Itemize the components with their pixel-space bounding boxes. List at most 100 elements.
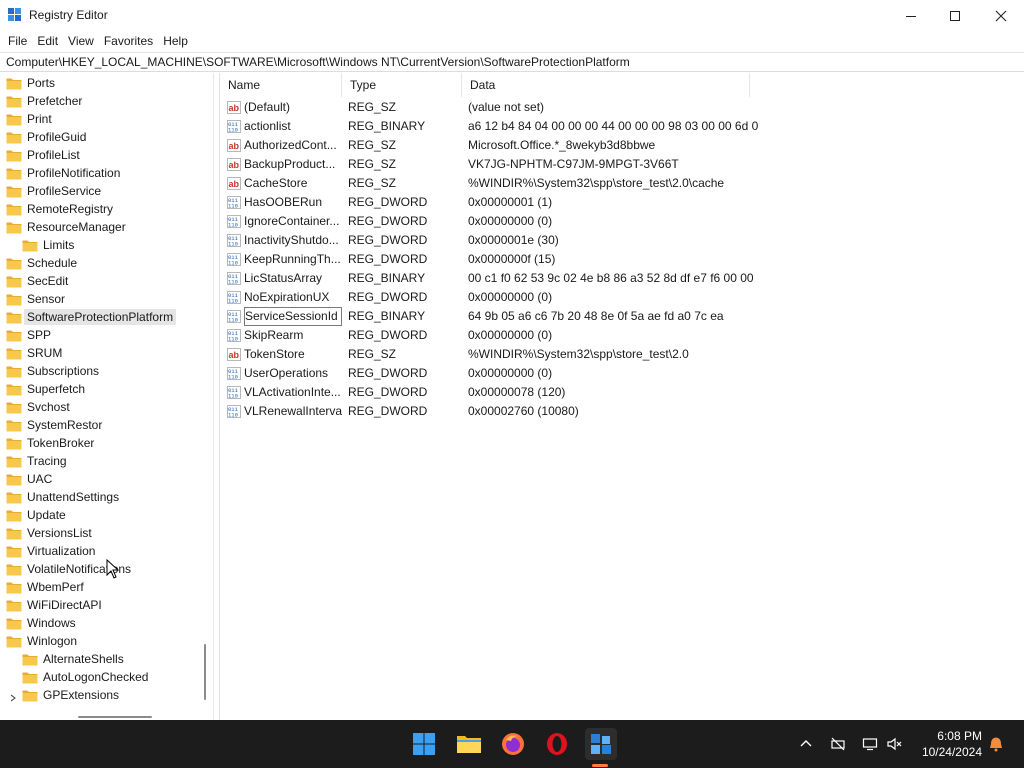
value-name: (Default) [244,100,291,114]
minimize-button[interactable] [888,0,934,31]
folder-icon [6,527,22,540]
value-row[interactable]: 011 110 KeepRunningTh... REG_DWORD 0x0000000… [220,250,760,269]
address-bar[interactable]: Computer\HKEY_LOCAL_MACHINE\SOFTWARE\Mic… [0,52,1024,72]
tree-item[interactable]: Superfetch [6,380,85,398]
tree-item[interactable]: SecEdit [6,272,68,290]
column-header-name[interactable]: Name [220,73,342,97]
value-row[interactable]: 011 110 NoExpirationUX REG_DWORD 0x00000000 … [220,288,760,307]
tree-item[interactable]: Windows [6,614,76,632]
tree-horizontal-scrollbar[interactable] [78,716,152,718]
value-row[interactable]: 011 110 UserOperations REG_DWORD 0x00000000 … [220,364,760,383]
tree-item[interactable]: Limits [22,236,74,254]
column-header-data[interactable]: Data [462,73,750,97]
menu-help[interactable]: Help [158,31,193,51]
registry-tree[interactable]: Ports Prefetcher Print ProfileGuid ProfileLi… [0,73,213,720]
value-name: KeepRunningTh... [244,252,341,266]
tree-item[interactable]: SRUM [6,344,62,362]
firefox-button[interactable] [497,728,529,760]
value-row[interactable]: 011 110 HasOOBERun REG_DWORD 0x00000001 (1) [220,193,760,212]
svg-text:ab: ab [229,179,240,189]
registry-editor-taskbar-button[interactable] [585,728,617,760]
tree-item[interactable]: RemoteRegistry [6,200,113,218]
binary-value-icon: 011 110 [227,291,241,305]
tree-item[interactable]: Tracing [6,452,67,470]
value-row[interactable]: ab BackupProduct... REG_SZ VK7JG-NPHTM-C97J… [220,155,760,174]
value-name: CacheStore [244,176,308,190]
value-row[interactable]: 011 110 VLActivationInte... REG_DWORD 0x0000… [220,383,760,402]
opera-button[interactable] [541,728,573,760]
menu-favorites[interactable]: Favorites [99,31,158,51]
notification-bell-icon[interactable] [988,736,1004,752]
tree-item[interactable]: AlternateShells [22,650,124,668]
tree-item[interactable]: SystemRestor [6,416,102,434]
value-row[interactable]: 011 110 SkipRearm REG_DWORD 0x00000000 (0) [220,326,760,345]
tree-item[interactable]: Print [6,110,52,128]
value-row[interactable]: 011 110 VLRenewalInterval REG_DWORD 0x000027… [220,402,760,421]
value-row[interactable]: 011 110 LicStatusArray REG_BINARY 00 c1 f0 6… [220,269,760,288]
tree-item[interactable]: Schedule [6,254,77,272]
tree-item-label: AlternateShells [43,652,124,666]
tree-item-label: TokenBroker [27,436,95,450]
tree-item[interactable]: ResourceManager [6,218,126,236]
file-explorer-button[interactable] [453,728,485,760]
maximize-button[interactable] [932,0,978,31]
menu-view[interactable]: View [63,31,99,51]
value-row[interactable]: 011 110 ServiceSessionId REG_BINARY 64 9b 05… [220,307,760,326]
network-disconnected-icon[interactable] [830,736,846,752]
folder-icon [6,635,22,648]
chevron-up-icon[interactable] [798,736,814,752]
value-row[interactable]: ab (Default) REG_SZ (value not set) [220,98,760,117]
svg-text:110: 110 [228,279,238,286]
value-row[interactable]: ab TokenStore REG_SZ %WINDIR%\System32\spp\… [220,345,760,364]
tree-item[interactable]: Virtualization [6,542,95,560]
chevron-right-icon[interactable] [9,691,17,702]
column-header-type[interactable]: Type [342,73,462,97]
tree-vertical-scrollbar[interactable] [204,644,206,700]
folder-icon [6,365,22,378]
menu-edit[interactable]: Edit [32,31,63,51]
binary-value-icon: 011 110 [227,215,241,229]
tree-item[interactable]: TokenBroker [6,434,94,452]
tree-item[interactable]: Subscriptions [6,362,99,380]
menu-file[interactable]: File [3,31,32,51]
tree-item[interactable]: AutoLogonChecked [22,668,148,686]
binary-value-icon: 011 110 [227,405,241,419]
display-icon[interactable] [862,736,878,752]
volume-muted-icon[interactable] [886,736,902,752]
folder-icon [6,167,22,180]
tree-item[interactable]: ProfileService [6,182,101,200]
tree-item[interactable]: SoftwareProtectionPlatform [6,308,177,326]
tree-item[interactable]: GPExtensions [10,686,119,704]
tree-item[interactable]: WiFiDirectAPI [6,596,102,614]
tree-item[interactable]: UnattendSettings [6,488,119,506]
tree-item[interactable]: Svchost [6,398,70,416]
tree-item[interactable]: UAC [6,470,52,488]
tree-item[interactable]: Winlogon [6,632,77,650]
tree-item[interactable]: ProfileGuid [6,128,86,146]
values-list[interactable]: Name Type Data ab (Default) REG_SZ (value n… [220,73,1024,720]
value-row[interactable]: ab AuthorizedCont... REG_SZ Microsoft.Offic… [220,136,760,155]
tree-item[interactable]: Prefetcher [6,92,82,110]
value-row[interactable]: 011 110 InactivityShutdo... REG_DWORD 0x0000… [220,231,760,250]
tree-item[interactable]: Update [6,506,66,524]
tree-item[interactable]: WbemPerf [6,578,84,596]
tree-item[interactable]: ProfileList [6,146,80,164]
folder-icon [6,329,22,342]
pane-splitter[interactable] [213,73,220,720]
tree-item-label: Winlogon [27,634,78,648]
value-row[interactable]: ab CacheStore REG_SZ %WINDIR%\System32\spp\… [220,174,760,193]
system-clock[interactable]: 6:08 PM 10/24/2024 [922,728,982,760]
close-button[interactable] [978,0,1024,31]
tree-item[interactable]: SPP [6,326,51,344]
tree-item[interactable]: Sensor [6,290,65,308]
tree-item[interactable]: Ports [6,74,55,92]
value-row[interactable]: 011 110 actionlist REG_BINARY a6 12 b4 84 04… [220,117,760,136]
tree-item-label: SRUM [27,346,63,360]
folder-icon [6,383,22,396]
start-button[interactable] [408,728,440,760]
tree-item[interactable]: VersionsList [6,524,92,542]
tree-item-label: ProfileService [27,184,102,198]
tree-item[interactable]: ProfileNotification [6,164,120,182]
value-row[interactable]: 011 110 IgnoreContainer... REG_DWORD 0x00000… [220,212,760,231]
value-data: 0x00000000 (0) [468,214,553,228]
